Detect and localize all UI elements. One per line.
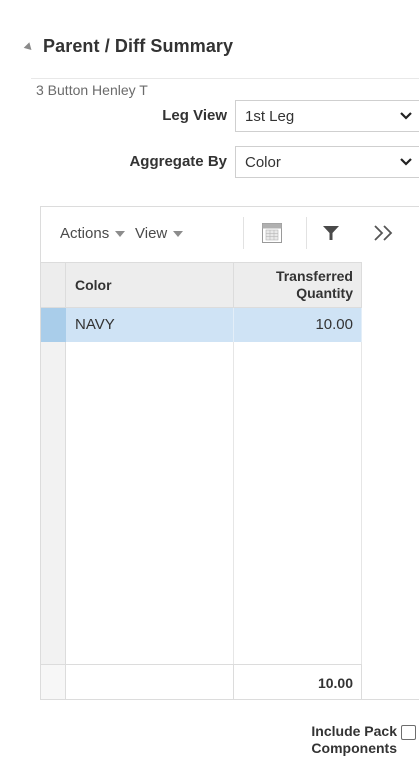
footer-total-cell: 10.00 [234,664,362,699]
aggregate-by-select[interactable]: Color [235,146,419,178]
leg-view-select[interactable]: 1st Leg [235,100,419,132]
overflow-button[interactable] [371,207,397,259]
row-color-value: NAVY [75,316,115,333]
summary-table: Actions View Color Transferred Quantity … [40,206,419,700]
chevron-down-icon [400,158,412,166]
chevron-down-icon [400,112,412,120]
aggregate-by-value: Color [245,153,281,171]
panel-title: Parent / Diff Summary [43,35,234,56]
empty-quantity-column [234,342,362,664]
aggregate-by-label: Aggregate By [129,153,227,170]
header-divider [31,78,419,79]
panel-header[interactable]: Parent / Diff Summary [23,30,234,62]
column-header-transferred-quantity[interactable]: Transferred Quantity [234,262,362,308]
view-menu[interactable]: View [135,207,184,259]
column-header-color[interactable]: Color [66,262,234,308]
row-header-corner [41,262,66,308]
include-pack-components: Include Pack Components [270,723,419,761]
leg-view-label: Leg View [162,107,227,124]
export-to-excel-icon [262,223,282,243]
include-pack-checkbox[interactable] [401,725,416,740]
view-label: View [135,224,168,242]
row-quantity-cell[interactable]: 10.00 [234,308,362,342]
overflow-chevrons-icon [374,225,393,241]
toolbar-separator [243,217,244,249]
include-pack-label: Include Pack Components [311,723,397,757]
aggregate-by-row: Aggregate By Color [0,146,419,178]
toolbar-separator [306,217,307,249]
footer-total-value: 10.00 [317,675,353,691]
leg-view-row: Leg View 1st Leg [0,100,419,132]
row-quantity-value: 10.00 [315,316,353,333]
leg-view-value: 1st Leg [245,107,295,125]
actions-menu[interactable]: Actions [60,207,126,259]
row-header-column [41,342,66,664]
item-name: 3 Button Henley T [36,82,148,98]
column-header-color-label: Color [75,277,112,293]
empty-color-column [66,342,234,664]
include-pack-label-line1: Include Pack [311,723,397,739]
column-header-qty-line2: Quantity [296,285,353,301]
include-pack-label-line2: Components [311,740,397,756]
filter-icon [323,226,339,240]
caret-down-icon [115,231,126,237]
filter-button[interactable] [320,207,342,259]
collapse-triangle-icon[interactable] [23,41,35,53]
table-row[interactable]: NAVY [66,308,234,342]
actions-label: Actions [60,224,110,242]
export-button[interactable] [260,207,284,259]
footer-row-header [41,664,66,699]
table-toolbar: Actions View [41,207,419,259]
caret-down-icon [173,231,184,237]
row-selection-marker[interactable] [41,308,66,342]
column-header-qty-line1: Transferred [275,268,353,284]
footer-color-cell [66,664,234,699]
